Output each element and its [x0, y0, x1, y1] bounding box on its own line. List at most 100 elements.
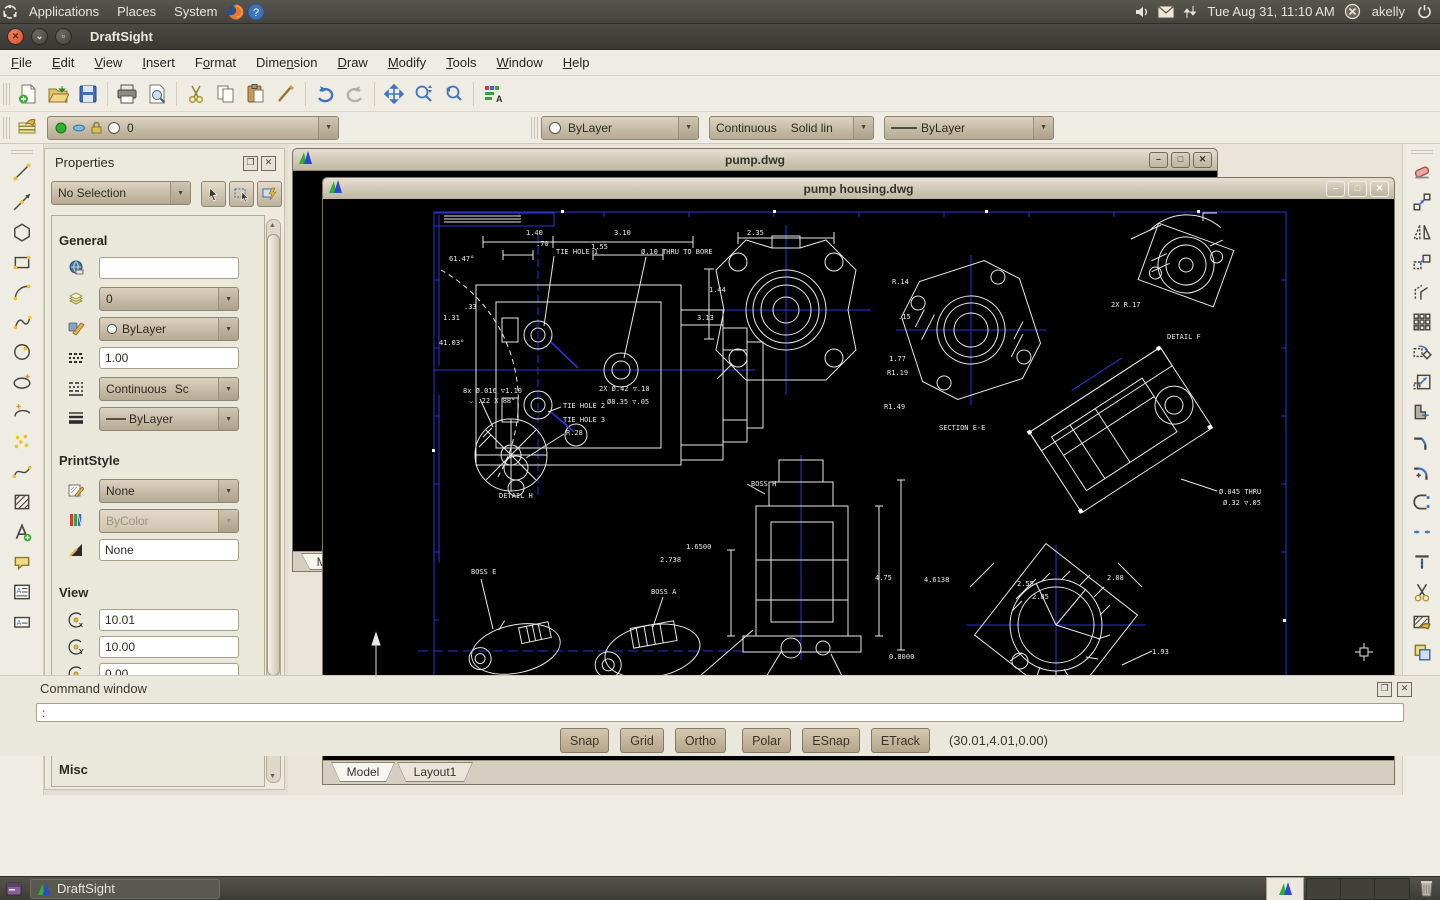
circle-tool-icon[interactable]	[7, 338, 37, 366]
menu-window[interactable]: Window	[488, 52, 552, 73]
format-painter-button[interactable]	[271, 80, 301, 108]
menu-edit[interactable]: Edit	[43, 52, 83, 73]
options-button[interactable]: A	[478, 80, 508, 108]
doc-minimize-button[interactable]: –	[1149, 151, 1168, 168]
toolbar-handle[interactable]	[531, 116, 538, 139]
select-entities-button[interactable]	[201, 181, 226, 207]
note-tool-icon[interactable]	[7, 548, 37, 576]
window-close-button[interactable]: ✕	[7, 28, 24, 45]
infinite-line-tool-icon[interactable]	[7, 188, 37, 216]
layers-manager-button[interactable]	[13, 114, 43, 142]
copy-tool-icon[interactable]	[1407, 248, 1437, 276]
linecolor-field[interactable]: ByLayer ▼	[99, 317, 239, 341]
toolbar-handle[interactable]	[3, 82, 10, 105]
extend-tool-icon[interactable]	[1407, 548, 1437, 576]
rectangle-tool-icon[interactable]	[7, 248, 37, 276]
username[interactable]: akelly	[1367, 4, 1410, 19]
command-input[interactable]	[36, 703, 1404, 722]
polygon-tool-icon[interactable]	[7, 218, 37, 246]
clock[interactable]: Tue Aug 31, 11:10 AM	[1204, 4, 1339, 19]
distro-logo-icon[interactable]	[0, 2, 20, 22]
view-center-x-field[interactable]	[99, 609, 239, 631]
menu-view[interactable]: View	[85, 52, 131, 73]
menu-draw[interactable]: Draw	[328, 52, 376, 73]
toolbar-handle[interactable]	[10, 148, 33, 154]
linestyle-combo[interactable]: Continuous Solid lin ▼	[709, 115, 874, 140]
taskbar-item-draftsight[interactable]: DraftSight	[30, 878, 220, 899]
help-launcher-icon[interactable]: ?	[246, 2, 266, 22]
linecolor-combo[interactable]: ByLayer ▼	[541, 115, 699, 140]
chamfer-tool-icon[interactable]	[1407, 428, 1437, 456]
cut-button[interactable]	[181, 80, 211, 108]
lineweight-field[interactable]: ByLayer ▼	[99, 407, 239, 431]
model-tab[interactable]: Model	[331, 762, 395, 782]
workspace-1[interactable]	[1307, 878, 1341, 899]
annotation-tool-icon[interactable]	[7, 518, 37, 546]
point-tool-icon[interactable]	[7, 428, 37, 456]
menu-format[interactable]: Format	[186, 52, 245, 73]
spline-tool-icon[interactable]	[7, 458, 37, 486]
dropdown-arrow-icon[interactable]: ▼	[170, 182, 190, 204]
zoom-dynamic-button[interactable]	[409, 80, 439, 108]
network-icon[interactable]	[1180, 2, 1200, 22]
scale-tool-icon[interactable]	[1407, 368, 1437, 396]
linestyle-field[interactable]: Continuous Sc ▼	[99, 377, 239, 401]
linescale-field[interactable]	[99, 347, 239, 369]
dropdown-arrow-icon[interactable]: ▼	[678, 116, 698, 139]
dropdown-arrow-icon[interactable]: ▼	[318, 116, 338, 139]
power-icon[interactable]	[1414, 2, 1434, 22]
dropdown-arrow-icon[interactable]: ▼	[1033, 116, 1053, 139]
stretch-tool-icon[interactable]	[1407, 398, 1437, 426]
grid-toggle[interactable]: Grid	[620, 728, 664, 753]
move-tool-icon[interactable]	[1407, 188, 1437, 216]
trash-icon[interactable]	[1416, 879, 1436, 899]
menu-places[interactable]: Places	[108, 0, 165, 23]
menu-applications[interactable]: Applications	[20, 0, 108, 23]
join-tool-icon[interactable]	[1407, 518, 1437, 546]
entity-name-field[interactable]	[99, 257, 239, 279]
pattern-tool-icon[interactable]	[1407, 308, 1437, 336]
ellipse-tool-icon[interactable]	[7, 368, 37, 396]
view-center-y-field[interactable]	[99, 636, 239, 658]
polyline-tool-icon[interactable]	[7, 308, 37, 336]
toolbar-handle[interactable]	[1410, 148, 1433, 154]
arc-tool-icon[interactable]	[7, 278, 37, 306]
overlap-tool-icon[interactable]	[1407, 638, 1437, 666]
undo-button[interactable]	[310, 80, 340, 108]
volume-icon[interactable]	[1132, 2, 1152, 22]
workspace-3[interactable]	[1375, 878, 1409, 899]
workspace-switcher[interactable]	[1306, 877, 1410, 900]
toolbar-handle[interactable]	[3, 116, 10, 139]
command-float-button[interactable]: ❐	[1377, 682, 1392, 697]
doc-minimize-button[interactable]: –	[1326, 180, 1345, 197]
zoom-back-button[interactable]	[439, 80, 469, 108]
print-button[interactable]	[112, 80, 142, 108]
line-tool-icon[interactable]	[7, 158, 37, 186]
selection-filter-combo[interactable]: No Selection ▼	[51, 181, 191, 205]
redo-button[interactable]	[340, 80, 370, 108]
menu-modify[interactable]: Modify	[379, 52, 435, 73]
firefox-launcher-icon[interactable]	[226, 2, 246, 22]
print-preview-button[interactable]	[142, 80, 172, 108]
mirror-tool-icon[interactable]	[1407, 218, 1437, 246]
doc-close-button[interactable]: ✕	[1193, 151, 1212, 168]
new-file-button[interactable]	[13, 80, 43, 108]
tray-draftsight-icon[interactable]	[1266, 876, 1304, 900]
layer-field[interactable]: 0 ▼	[99, 287, 239, 311]
rotate-tool-icon[interactable]	[1407, 338, 1437, 366]
offset-tool-icon[interactable]	[1407, 278, 1437, 306]
command-close-button[interactable]: ✕	[1397, 682, 1412, 697]
open-file-button[interactable]	[43, 80, 73, 108]
window-maximize-button[interactable]: ▫	[55, 28, 72, 45]
layout1-tab[interactable]: Layout1	[397, 762, 473, 782]
doc-close-button[interactable]: ✕	[1370, 180, 1389, 197]
menu-dimension[interactable]: Dimension	[247, 52, 326, 73]
layer-combo[interactable]: 0 ▼	[47, 115, 339, 140]
menu-insert[interactable]: Insert	[133, 52, 184, 73]
workspace-2[interactable]	[1341, 878, 1375, 899]
menu-system[interactable]: System	[165, 0, 226, 23]
paste-button[interactable]	[241, 80, 271, 108]
user-status-icon[interactable]	[1343, 2, 1363, 22]
select-window-button[interactable]	[229, 181, 254, 207]
ortho-toggle[interactable]: Ortho	[674, 728, 727, 753]
